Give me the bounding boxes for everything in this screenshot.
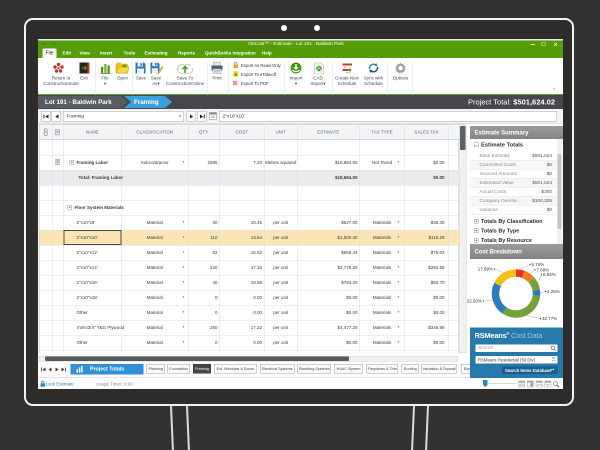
svg-text:5.74%: 5.74% (532, 262, 545, 267)
svg-text:8.94%: 8.94% (543, 272, 556, 277)
svg-text:22.93%: 22.93% (467, 299, 482, 304)
svg-text:4.25%: 4.25% (547, 289, 560, 294)
svg-text:32.77%: 32.77% (542, 316, 557, 321)
svg-text:17.69%: 17.69% (478, 267, 493, 272)
svg-text:PDF: PDF (233, 83, 238, 85)
